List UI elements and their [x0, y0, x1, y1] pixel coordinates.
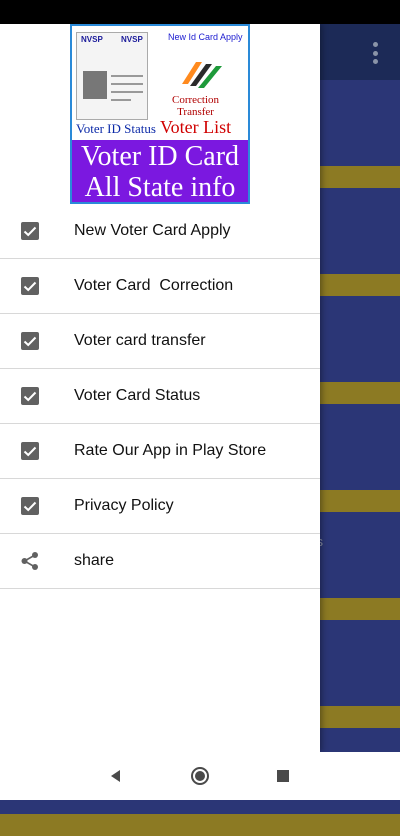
system-navigation-bar — [0, 752, 400, 800]
menu-item-label: Voter Card Status — [74, 387, 201, 404]
logo-correction-text: Correction Transfer — [172, 94, 220, 118]
card-tag: NVSP — [81, 35, 103, 44]
menu-item-label: share — [74, 552, 115, 569]
checkbox-checked-icon — [21, 277, 39, 295]
menu-item-new-voter-card-apply[interactable]: New Voter Card Apply — [0, 204, 320, 259]
logo-status-text: Voter ID Status — [76, 121, 156, 136]
election-commission-icon — [182, 62, 222, 88]
overflow-menu-icon[interactable] — [372, 42, 378, 64]
back-icon[interactable] — [106, 766, 126, 786]
menu-item-voter-card-correction[interactable]: Voter Card Correction — [0, 259, 320, 314]
checkbox-checked-icon — [21, 442, 39, 460]
status-bar — [0, 0, 400, 24]
menu-item-voter-card-status[interactable]: Voter Card Status — [0, 369, 320, 424]
menu-item-share[interactable]: share — [0, 534, 320, 589]
menu-item-voter-card-transfer[interactable]: Voter card transfer — [0, 314, 320, 369]
card-photo — [83, 71, 107, 99]
logo-list-text: Voter List — [160, 117, 232, 137]
app-logo: NVSP NVSP New Id Card Apply Correction T… — [70, 24, 250, 204]
home-icon[interactable] — [190, 766, 210, 786]
share-icon — [21, 552, 38, 570]
menu-item-label: New Voter Card Apply — [74, 222, 231, 239]
menu-item-rate-app[interactable]: Rate Our App in Play Store — [0, 424, 320, 479]
navigation-drawer: NVSP NVSP New Id Card Apply Correction T… — [0, 24, 320, 752]
checkbox-checked-icon — [21, 387, 39, 405]
voter-card-illustration: NVSP NVSP — [76, 32, 148, 120]
drawer-menu: New Voter Card Apply Voter Card Correcti… — [0, 204, 320, 589]
menu-item-label: Voter card transfer — [74, 332, 206, 349]
logo-title-line2: All State info — [84, 172, 236, 203]
checkbox-checked-icon — [21, 222, 39, 240]
menu-item-label: Privacy Policy — [74, 497, 174, 514]
menu-item-privacy-policy[interactable]: Privacy Policy — [0, 479, 320, 534]
menu-item-label: Rate Our App in Play Store — [74, 442, 267, 459]
checkbox-checked-icon — [21, 497, 39, 515]
logo-title-line1: Voter ID Card — [80, 141, 240, 172]
card-tag: NVSP — [121, 35, 143, 44]
menu-item-label: Voter Card Correction — [74, 277, 234, 294]
recents-icon[interactable] — [273, 766, 293, 786]
checkbox-checked-icon — [21, 332, 39, 350]
logo-apply-text: New Id Card Apply — [168, 32, 243, 42]
